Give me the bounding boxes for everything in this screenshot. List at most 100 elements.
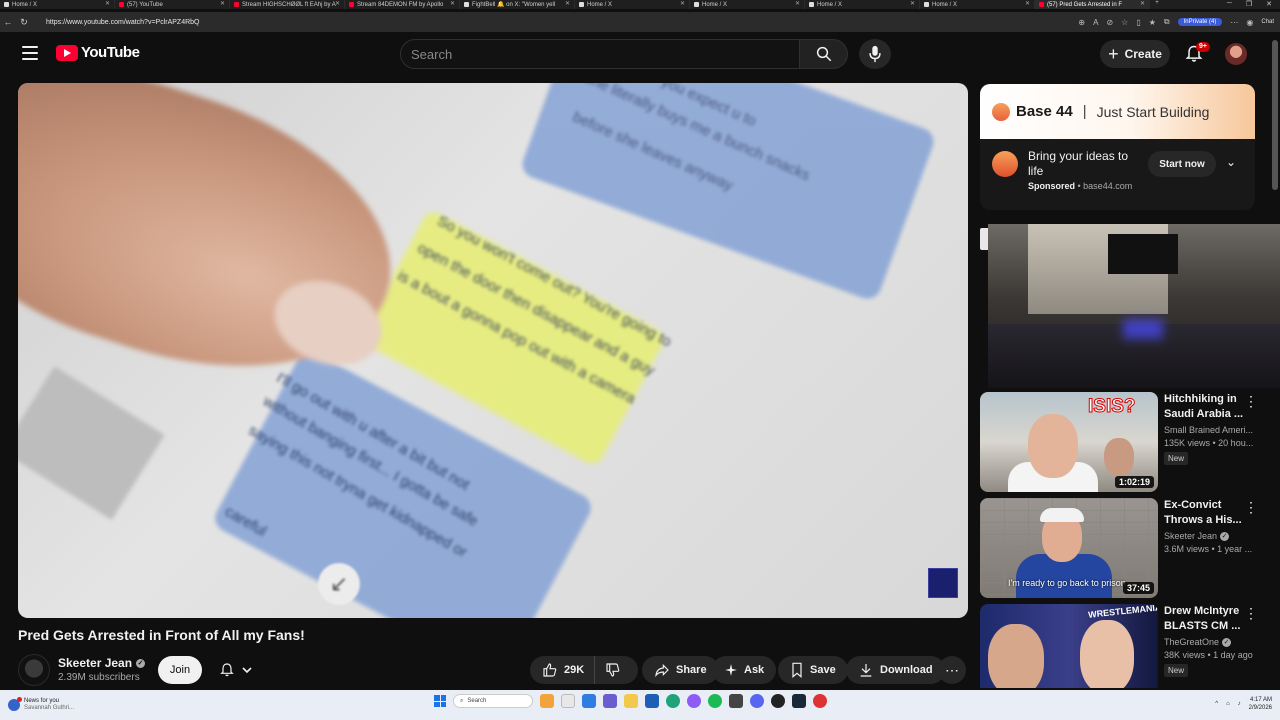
zoom-icon[interactable]: ⊕ <box>1078 18 1085 27</box>
address-field[interactable]: https://www.youtube.com/watch?v=PclrAPZ4… <box>38 15 1078 29</box>
channel-watermark-icon[interactable] <box>928 568 958 598</box>
recommended-video-preview[interactable] <box>988 224 1280 388</box>
more-actions-icon[interactable]: ⋯ <box>938 656 966 684</box>
taskbar-search[interactable]: ⌕ Search <box>453 694 533 708</box>
edge-icon[interactable] <box>666 694 680 708</box>
list-item[interactable]: WRESTLEMANIA Drew McIntyre BLASTS CM ...… <box>980 604 1270 688</box>
network-icon[interactable]: ⌂ <box>1226 701 1230 707</box>
minimize-icon[interactable]: ─ <box>1227 0 1232 9</box>
app-icon[interactable] <box>771 694 785 708</box>
like-button[interactable]: 29K <box>530 656 596 684</box>
video-title[interactable]: Ex-Convict Throws a His... <box>1164 498 1256 528</box>
task-view-icon[interactable] <box>561 694 575 708</box>
browser-tab[interactable]: Home / X ✕ <box>575 0 690 9</box>
close-icon[interactable]: ✕ <box>910 0 915 7</box>
spotify-icon[interactable] <box>708 694 722 708</box>
video-thumbnail[interactable]: I'm ready to go back to prison 37:45 <box>980 498 1158 598</box>
teams-icon[interactable] <box>603 694 617 708</box>
new-tab-icon[interactable]: + <box>1150 0 1164 9</box>
close-window-icon[interactable]: ✕ <box>1266 0 1272 9</box>
close-icon[interactable]: ✕ <box>565 0 570 7</box>
close-icon[interactable]: ✕ <box>105 0 110 7</box>
youtube-logo[interactable]: YouTube <box>56 44 140 61</box>
refresh-icon[interactable]: ↻ <box>16 17 32 28</box>
browser-tab[interactable]: FightBell 🔔 on X: "Women yell ✕ <box>460 0 575 9</box>
close-icon[interactable]: ✕ <box>1025 0 1030 7</box>
favorites-star-icon[interactable]: ☆ <box>1121 18 1128 27</box>
terminal-icon[interactable] <box>729 694 743 708</box>
file-explorer-icon[interactable] <box>624 694 638 708</box>
download-button[interactable]: Download <box>846 656 945 684</box>
subscription-bell-button[interactable] <box>208 656 264 684</box>
browser-tab[interactable]: Home / X ✕ <box>805 0 920 9</box>
inprivate-badge[interactable]: InPrivate (4) <box>1177 18 1223 26</box>
close-icon[interactable]: ✕ <box>1140 0 1145 7</box>
browser-tab[interactable]: Stream HIGHSCHØØL ft EAhj by A ✕ <box>230 0 345 9</box>
windows-start-icon[interactable] <box>434 695 446 707</box>
dislike-button[interactable] <box>595 656 631 684</box>
read-aloud-icon[interactable]: A <box>1093 18 1098 27</box>
copilot-icon[interactable]: ◉ <box>1246 18 1253 27</box>
news-widget[interactable]: News for you Savannah Guthri... <box>0 697 100 712</box>
channel-avatar[interactable] <box>18 654 50 686</box>
video-title[interactable]: Hitchhiking in Saudi Arabia ... <box>1164 392 1256 422</box>
close-icon[interactable]: ✕ <box>220 0 225 7</box>
close-icon[interactable]: ✕ <box>450 0 455 7</box>
list-item[interactable]: ISIS? 1:02:19 Hitchhiking in Saudi Arabi… <box>980 392 1270 492</box>
chat-button[interactable]: Chat <box>1261 19 1274 25</box>
split-screen-icon[interactable]: ▯ <box>1136 18 1140 27</box>
ad-headline[interactable]: Bring your ideas to life <box>1028 149 1138 179</box>
browser-tab[interactable]: Home / X ✕ <box>690 0 805 9</box>
video-title[interactable]: Drew McIntyre BLASTS CM ... <box>1164 604 1256 634</box>
create-button[interactable]: + Create <box>1100 40 1170 68</box>
save-button[interactable]: Save <box>778 656 848 684</box>
copilot-app-icon[interactable] <box>582 694 596 708</box>
widgets-icon[interactable] <box>540 694 554 708</box>
join-button[interactable]: Join <box>158 656 202 684</box>
ad-cta-button[interactable]: Start now <box>1148 151 1216 177</box>
search-button[interactable] <box>800 39 848 69</box>
ad-banner[interactable]: Base 44 | Just Start Building <box>980 84 1255 139</box>
browser-tab[interactable]: Home / X ✕ <box>920 0 1035 9</box>
search-input[interactable] <box>400 39 800 69</box>
account-avatar[interactable] <box>1225 43 1247 65</box>
channel-name-wrap[interactable]: TheGreatOne ✓ <box>1164 637 1256 647</box>
close-icon[interactable]: ✕ <box>335 0 340 7</box>
discord-icon[interactable] <box>750 694 764 708</box>
ask-button[interactable]: Ask <box>712 656 777 684</box>
steam-icon[interactable] <box>792 694 806 708</box>
browser-tab[interactable]: Home / X ✕ <box>0 0 115 9</box>
browser-tab[interactable]: Stream 84DEMON FM by Apollo ✕ <box>345 0 460 9</box>
channel-name-wrap[interactable]: Skeeter Jean ✓ <box>1164 531 1256 541</box>
app-icon[interactable] <box>687 694 701 708</box>
more-vert-icon[interactable]: ⋮ <box>1244 606 1258 620</box>
video-player[interactable]: you expect u to She literally buys me a … <box>18 83 968 618</box>
video-thumbnail[interactable]: ISIS? 1:02:19 <box>980 392 1158 492</box>
back-icon[interactable]: ← <box>0 17 16 27</box>
channel-name-wrap[interactable]: Skeeter Jean ✓ <box>58 656 146 670</box>
close-icon[interactable]: ✕ <box>680 0 685 7</box>
channel-name[interactable]: Small Brained Ameri... <box>1164 425 1256 435</box>
close-icon[interactable]: ✕ <box>795 0 800 7</box>
volume-icon[interactable]: ♪ <box>1238 701 1241 707</box>
video-thumbnail[interactable]: WRESTLEMANIA <box>980 604 1158 688</box>
scrollbar-thumb[interactable] <box>1272 40 1278 190</box>
clock[interactable]: 4:17 AM 2/9/2026 <box>1249 696 1272 712</box>
share-button[interactable]: Share <box>642 656 719 684</box>
chevron-down-icon[interactable]: ⌄ <box>1226 155 1236 169</box>
more-vert-icon[interactable]: ⋮ <box>1244 500 1258 514</box>
record-icon[interactable] <box>813 694 827 708</box>
browser-tab-active[interactable]: (57) Pred Gets Arrested in F ✕ <box>1035 0 1150 9</box>
voice-search-button[interactable] <box>859 39 891 69</box>
advertiser-avatar-icon[interactable] <box>992 151 1018 177</box>
maximize-icon[interactable]: ❐ <box>1246 0 1252 9</box>
list-item[interactable]: I'm ready to go back to prison 37:45 Ex-… <box>980 498 1270 598</box>
chevron-up-icon[interactable]: ^ <box>1215 701 1218 707</box>
sponsored-ad[interactable]: Base 44 | Just Start Building Bring your… <box>980 84 1255 210</box>
browser-tab[interactable]: (57) YouTube ✕ <box>115 0 230 9</box>
store-icon[interactable] <box>645 694 659 708</box>
menu-icon[interactable] <box>22 46 38 60</box>
more-icon[interactable]: ⋯ <box>1230 18 1238 27</box>
more-vert-icon[interactable]: ⋮ <box>1244 394 1258 408</box>
tracking-icon[interactable]: ⊘ <box>1106 18 1113 27</box>
